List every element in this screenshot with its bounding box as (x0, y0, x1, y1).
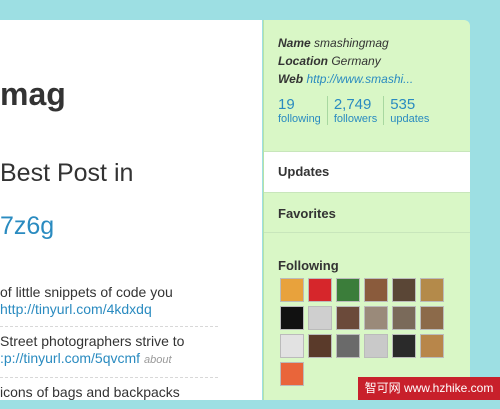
stat-number: 535 (390, 96, 416, 113)
site-watermark: 智可网 www.hzhike.com (358, 377, 500, 400)
avatar-17[interactable] (392, 334, 416, 358)
following-heading: Following (278, 258, 339, 273)
avatar-6[interactable] (420, 278, 444, 302)
location-label: Location (278, 54, 328, 68)
avatar-spade[interactable] (280, 306, 304, 330)
profile-sidebar: Name smashingmag Location Germany Web ht… (263, 20, 470, 400)
web-link[interactable]: http://www.smashi... (306, 72, 413, 86)
timeline-item-link[interactable]: http://tinyurl.com/4kdxdq (0, 301, 152, 317)
avatar-santa[interactable] (336, 278, 360, 302)
location-value: Germany (331, 54, 381, 68)
name-label: Name (278, 36, 311, 50)
latest-tweet-link[interactable]: 7z6g (0, 212, 54, 241)
avatar-14[interactable] (308, 334, 332, 358)
stat-number: 19 (278, 96, 295, 113)
timeline-item-text: of little snippets of code you (0, 284, 173, 300)
following-avatar-grid (280, 278, 444, 386)
tab-favorites-label: Favorites (278, 206, 336, 221)
stat-label: followers (333, 113, 378, 125)
timeline: of little snippets of code you http://ti… (0, 278, 218, 409)
timeline-item-link[interactable]: :p://tinyurl.com/5qvcmf (0, 350, 140, 366)
timeline-item-text: Street photographers strive to (0, 333, 185, 349)
profile-info: Name smashingmag Location Germany Web ht… (264, 20, 470, 88)
avatar-19[interactable] (280, 362, 304, 386)
main-column: mag Best Post in 7z6g of little snippets… (0, 20, 262, 400)
avatar-4[interactable] (364, 278, 388, 302)
avatar-18[interactable] (420, 334, 444, 358)
avatar-15[interactable] (336, 334, 360, 358)
timeline-item-text: icons of bags and backpacks (0, 384, 180, 400)
stat-label: following (278, 113, 321, 125)
stat-number: 2,749 (333, 96, 372, 113)
avatar-16[interactable] (364, 334, 388, 358)
name-value: smashingmag (314, 36, 389, 50)
latest-tweet-text: Best Post in (0, 159, 134, 187)
timeline-item: icons of bags and backpacks (0, 377, 218, 409)
profile-name-heading: mag (0, 76, 66, 112)
stat-label: updates (390, 113, 430, 125)
timeline-item: Street photographers strive to :p://tiny… (0, 326, 218, 377)
avatar-12[interactable] (420, 306, 444, 330)
stat-updates[interactable]: 535 updates (390, 96, 435, 125)
tab-favorites[interactable]: Favorites (264, 192, 470, 233)
avatar-5[interactable] (392, 278, 416, 302)
avatar-8[interactable] (308, 306, 332, 330)
tab-updates-label: Updates (278, 164, 330, 179)
avatar-11[interactable] (392, 306, 416, 330)
web-label: Web (278, 72, 304, 86)
tab-updates[interactable]: Updates (264, 151, 470, 193)
avatar-swiss[interactable] (308, 278, 332, 302)
stat-followers[interactable]: 2,749 followers (333, 96, 385, 125)
avatar-13[interactable] (280, 334, 304, 358)
timeline-item: of little snippets of code you http://ti… (0, 278, 218, 326)
stat-following[interactable]: 19 following (278, 96, 328, 125)
stats: 19 following 2,749 followers 535 updates (278, 96, 470, 125)
timeline-item-meta[interactable]: about (144, 354, 172, 366)
avatar-9[interactable] (336, 306, 360, 330)
avatar-10[interactable] (364, 306, 388, 330)
avatar-1[interactable] (280, 278, 304, 302)
